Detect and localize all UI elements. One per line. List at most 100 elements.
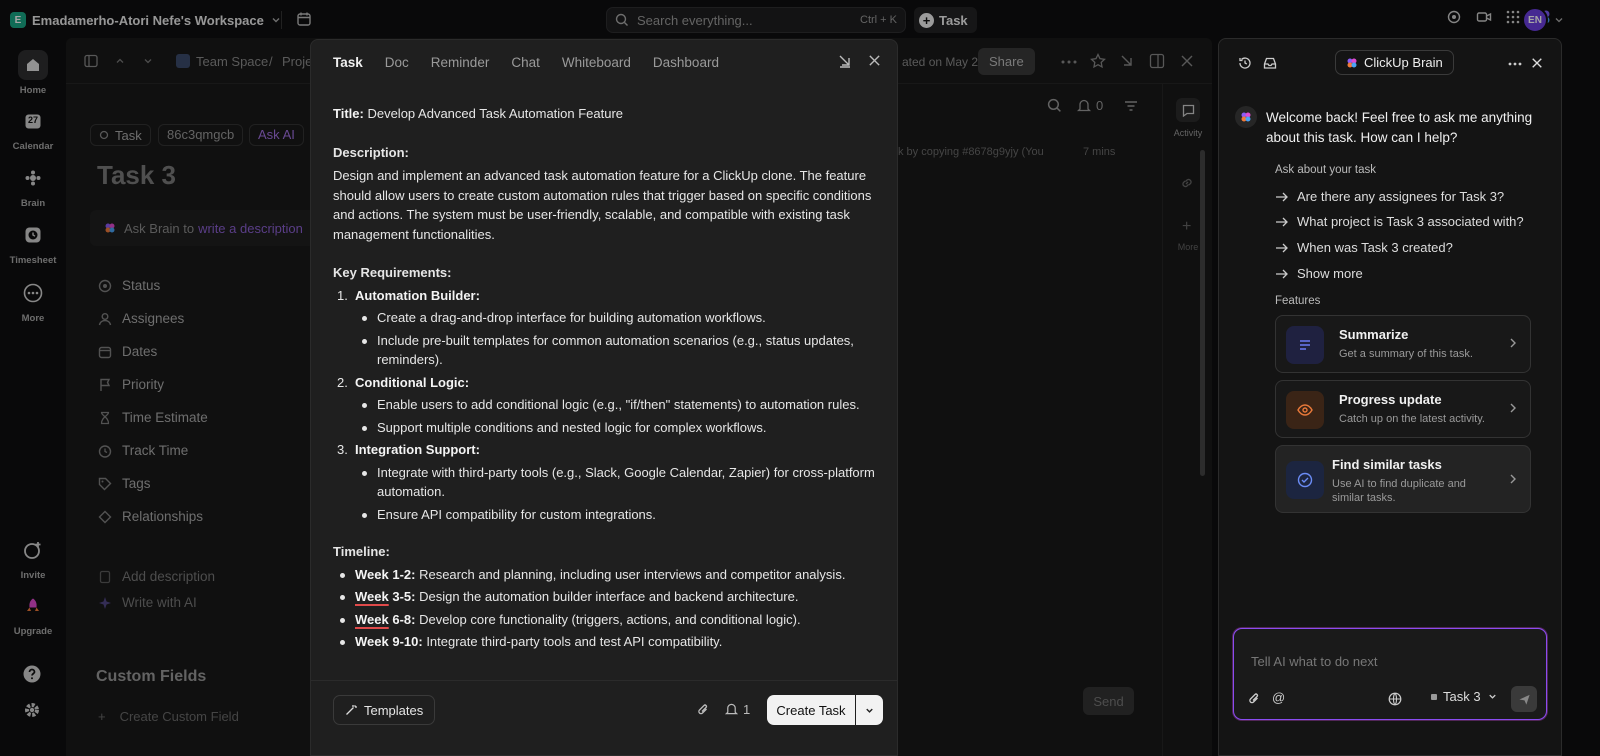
attachment-icon[interactable] bbox=[697, 703, 710, 717]
context-selector[interactable]: Task 3 bbox=[1431, 689, 1498, 704]
create-task-button[interactable]: Create Task bbox=[767, 695, 855, 725]
add-description-button[interactable]: Add description bbox=[98, 569, 215, 584]
write-with-ai-button[interactable]: Write with AI bbox=[98, 595, 197, 610]
history-icon[interactable] bbox=[1238, 56, 1252, 70]
layout-icon[interactable] bbox=[1149, 53, 1165, 69]
task-description-editor[interactable]: Title: Develop Advanced Task Automation … bbox=[333, 104, 883, 678]
more-horizontal-icon[interactable] bbox=[1061, 60, 1077, 64]
ask-brain-banner[interactable]: Ask Brain to write a description bbox=[90, 210, 320, 246]
breadcrumb-project[interactable]: Proje bbox=[282, 54, 312, 69]
ai-prompt-box[interactable]: Tell AI what to do next @ Task 3 bbox=[1233, 628, 1547, 720]
breadcrumb-separator: / bbox=[269, 54, 273, 69]
property-tags[interactable]: Tags bbox=[98, 476, 151, 491]
tab-doc[interactable]: Doc bbox=[385, 49, 409, 76]
tab-whiteboard[interactable]: Whiteboard bbox=[562, 49, 631, 76]
chevron-up-icon[interactable] bbox=[114, 55, 126, 67]
welcome-message: Welcome back! Feel free to ask me anythi… bbox=[1266, 110, 1533, 145]
sidebar-toggle-icon[interactable] bbox=[84, 54, 98, 68]
property-relationships[interactable]: Relationships bbox=[98, 509, 203, 524]
custom-fields-heading: Custom Fields bbox=[96, 668, 207, 685]
close-icon[interactable] bbox=[1531, 57, 1543, 69]
page-title[interactable]: Task 3 bbox=[97, 160, 176, 191]
sidebar-item-upgrade[interactable]: Upgrade bbox=[0, 591, 66, 637]
feature-title: Progress update bbox=[1339, 392, 1442, 407]
workspace-switcher[interactable]: E Emadamerho-Atori Nefe's Workspace bbox=[10, 8, 288, 32]
feature-find-similar-tasks[interactable]: Find similar tasks Use AI to find duplic… bbox=[1275, 445, 1531, 513]
link-icon[interactable] bbox=[1180, 176, 1194, 190]
brain-title-button[interactable]: ClickUp Brain bbox=[1335, 50, 1454, 75]
requirements-list: 1. Automation Builder: Create a drag-and-… bbox=[333, 286, 883, 525]
new-task-button[interactable]: + Task bbox=[914, 7, 977, 33]
sidebar-item-more[interactable]: More bbox=[0, 278, 66, 324]
bell-icon bbox=[1077, 98, 1091, 113]
filter-icon[interactable] bbox=[1124, 100, 1138, 112]
mention-icon[interactable]: @ bbox=[1272, 690, 1285, 705]
more-horizontal-icon[interactable] bbox=[1508, 62, 1522, 66]
task-id[interactable]: 86c3qmgcb bbox=[158, 124, 244, 146]
feature-progress-update[interactable]: Progress update Catch up on the latest a… bbox=[1275, 380, 1531, 438]
apps-grid-icon[interactable] bbox=[1506, 10, 1520, 24]
task-type-select[interactable]: Task bbox=[90, 124, 151, 146]
templates-button[interactable]: Templates bbox=[333, 695, 436, 725]
sidebar-item-brain[interactable]: Brain bbox=[0, 163, 66, 209]
video-icon[interactable] bbox=[1476, 9, 1492, 25]
week-word: Week bbox=[355, 634, 389, 649]
notifications-button[interactable]: 0 bbox=[1077, 98, 1103, 113]
star-icon[interactable] bbox=[1090, 53, 1106, 69]
chevron-down-icon[interactable] bbox=[1554, 15, 1564, 25]
minimize-icon[interactable] bbox=[838, 54, 852, 68]
inbox-icon[interactable] bbox=[1263, 56, 1277, 70]
search-input[interactable]: Search everything... Ctrl + K bbox=[606, 7, 906, 33]
send-icon[interactable] bbox=[1511, 686, 1537, 712]
close-icon[interactable] bbox=[1180, 54, 1194, 68]
suggestion-item[interactable]: Are there any assignees for Task 3? bbox=[1275, 189, 1504, 204]
property-dates[interactable]: Dates bbox=[98, 344, 157, 359]
week-text: Develop core functionality (triggers, ac… bbox=[415, 611, 801, 627]
globe-icon[interactable] bbox=[1388, 692, 1402, 706]
property-label: Time Estimate bbox=[122, 410, 208, 425]
property-status[interactable]: Status bbox=[98, 278, 160, 293]
sidebar-item-invite[interactable]: Invite bbox=[0, 535, 66, 581]
chat-icon[interactable] bbox=[1176, 98, 1200, 122]
suggestion-item[interactable]: When was Task 3 created? bbox=[1275, 240, 1453, 255]
plus-icon[interactable]: + bbox=[1182, 218, 1191, 236]
sidebar: Home 27 Calendar Brain Timesheet More In… bbox=[0, 38, 66, 756]
modal-tabs: Task Doc Reminder Chat Whiteboard Dashbo… bbox=[311, 40, 897, 84]
create-options-dropdown[interactable] bbox=[856, 695, 883, 725]
ask-brain-link[interactable]: write a description bbox=[198, 221, 303, 236]
feature-summarize[interactable]: Summarize Get a summary of this task. bbox=[1275, 315, 1531, 373]
property-priority[interactable]: Priority bbox=[98, 377, 164, 392]
tab-reminder[interactable]: Reminder bbox=[431, 49, 490, 76]
watchers-button[interactable]: 1 bbox=[725, 702, 750, 717]
minimize-icon[interactable] bbox=[1120, 54, 1134, 68]
property-assignees[interactable]: Assignees bbox=[98, 311, 184, 326]
calendar-icon[interactable] bbox=[296, 11, 312, 27]
chevron-down-icon bbox=[1487, 691, 1498, 702]
close-icon[interactable] bbox=[868, 54, 881, 67]
create-custom-field-button[interactable]: + Create Custom Field bbox=[98, 709, 239, 724]
send-button[interactable]: Send bbox=[1083, 687, 1134, 715]
property-track-time[interactable]: Track Time bbox=[98, 443, 188, 458]
show-more-button[interactable]: Show more bbox=[1275, 266, 1363, 281]
sidebar-item-timesheet[interactable]: Timesheet bbox=[0, 220, 66, 266]
sidebar-item-calendar[interactable]: 27 Calendar bbox=[0, 106, 66, 152]
breadcrumb-space[interactable]: Team Space bbox=[196, 54, 268, 69]
property-time-estimate[interactable]: Time Estimate bbox=[98, 410, 208, 425]
ask-ai-button[interactable]: Ask AI bbox=[249, 124, 304, 146]
tab-chat[interactable]: Chat bbox=[511, 49, 540, 76]
suggestion-item[interactable]: What project is Task 3 associated with? bbox=[1275, 214, 1524, 229]
scrollbar[interactable] bbox=[1200, 150, 1205, 476]
settings-icon[interactable] bbox=[22, 700, 42, 720]
avatar[interactable]: EN bbox=[1522, 7, 1548, 33]
chevron-down-icon[interactable] bbox=[142, 55, 154, 67]
search-icon[interactable] bbox=[1047, 98, 1062, 113]
share-button[interactable]: Share bbox=[978, 48, 1035, 75]
activity-label: Activity bbox=[1173, 128, 1203, 138]
record-icon[interactable] bbox=[1446, 9, 1462, 25]
help-icon[interactable] bbox=[22, 664, 42, 684]
tab-dashboard[interactable]: Dashboard bbox=[653, 49, 719, 76]
tab-task[interactable]: Task bbox=[333, 49, 363, 76]
sidebar-item-home[interactable]: Home bbox=[0, 50, 66, 96]
attachment-icon[interactable] bbox=[1248, 692, 1261, 706]
calendar-icon bbox=[98, 345, 112, 359]
